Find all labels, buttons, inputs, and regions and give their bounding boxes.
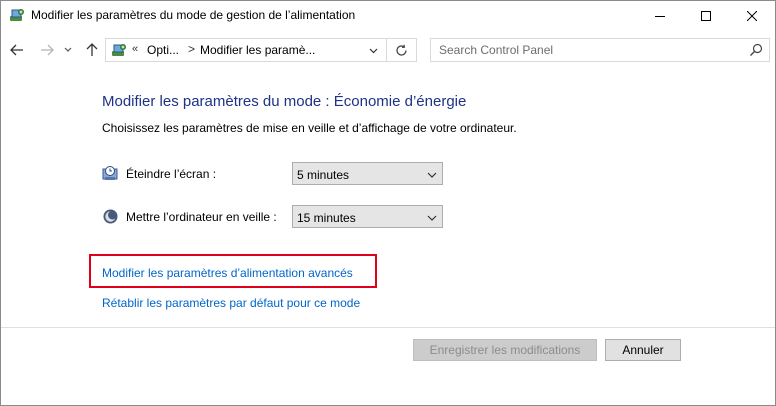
sleep-dropdown[interactable]: 15 minutes (292, 205, 443, 228)
sleep-label: Mettre l’ordinateur en veille : (126, 210, 277, 224)
display-off-value: 5 minutes (297, 168, 350, 182)
chevron-down-icon (426, 211, 438, 223)
navigation-bar: « Opti... > Modifier les paramè... (1, 31, 775, 69)
sleep-setting: Mettre l’ordinateur en veille : 15 minut… (102, 205, 462, 229)
cancel-button[interactable]: Annuler (605, 339, 681, 361)
minimize-icon (655, 16, 665, 17)
breadcrumb-edit-plan-settings[interactable]: Modifier les paramè... (200, 43, 315, 57)
arrow-up-icon (86, 43, 98, 56)
display-clock-icon (102, 165, 119, 182)
main-content: Modifier les paramètres du mode : Économ… (1, 69, 775, 327)
search-box[interactable] (430, 38, 770, 62)
breadcrumb-power-options[interactable]: Opti... (147, 43, 179, 57)
display-off-setting: Éteindre l’écran : 5 minutes (102, 162, 462, 186)
recent-locations-button[interactable] (61, 39, 75, 61)
chevron-down-icon (369, 48, 377, 54)
display-off-label: Éteindre l’écran : (126, 167, 217, 181)
power-options-icon (9, 7, 25, 23)
arrow-right-icon (41, 44, 54, 56)
address-overflow-indicator[interactable]: « (132, 43, 138, 55)
maximize-button[interactable] (683, 1, 729, 31)
restore-defaults-link[interactable]: Rétablir les paramètres par défaut pour … (102, 296, 360, 310)
save-changes-button[interactable]: Enregistrer les modifications (413, 339, 597, 361)
page-subtitle: Choisissez les paramètres de mise en vei… (102, 121, 517, 135)
minimize-button[interactable] (637, 1, 683, 31)
power-options-icon (111, 42, 127, 58)
chevron-down-icon (426, 168, 438, 180)
window-title: Modifier les paramètres du mode de gesti… (31, 8, 356, 22)
title-bar: Modifier les paramètres du mode de gesti… (1, 1, 775, 31)
up-button[interactable] (81, 39, 103, 61)
refresh-icon (396, 44, 407, 56)
forward-button[interactable] (36, 39, 58, 61)
search-input[interactable] (431, 39, 741, 61)
maximize-icon (701, 11, 711, 21)
advanced-power-settings-link[interactable]: Modifier les paramètres d’alimentation a… (102, 266, 353, 280)
close-button[interactable] (729, 1, 775, 31)
address-dropdown-button[interactable] (364, 43, 382, 59)
footer-bar: Enregistrer les modifications Annuler (1, 327, 775, 405)
power-plan-settings-window: Modifier les paramètres du mode de gesti… (0, 0, 776, 406)
refresh-button[interactable] (387, 38, 417, 62)
sleep-value: 15 minutes (297, 211, 356, 225)
close-icon (747, 11, 757, 21)
display-off-dropdown[interactable]: 5 minutes (292, 162, 443, 185)
page-title: Modifier les paramètres du mode : Économ… (102, 93, 467, 110)
moon-icon (102, 208, 119, 225)
breadcrumb-separator[interactable]: > (188, 42, 195, 56)
back-button[interactable] (6, 39, 28, 61)
chevron-down-icon (64, 47, 72, 52)
arrow-left-icon (10, 44, 23, 56)
address-bar[interactable]: « Opti... > Modifier les paramè... (105, 38, 387, 62)
search-icon[interactable] (749, 43, 765, 59)
